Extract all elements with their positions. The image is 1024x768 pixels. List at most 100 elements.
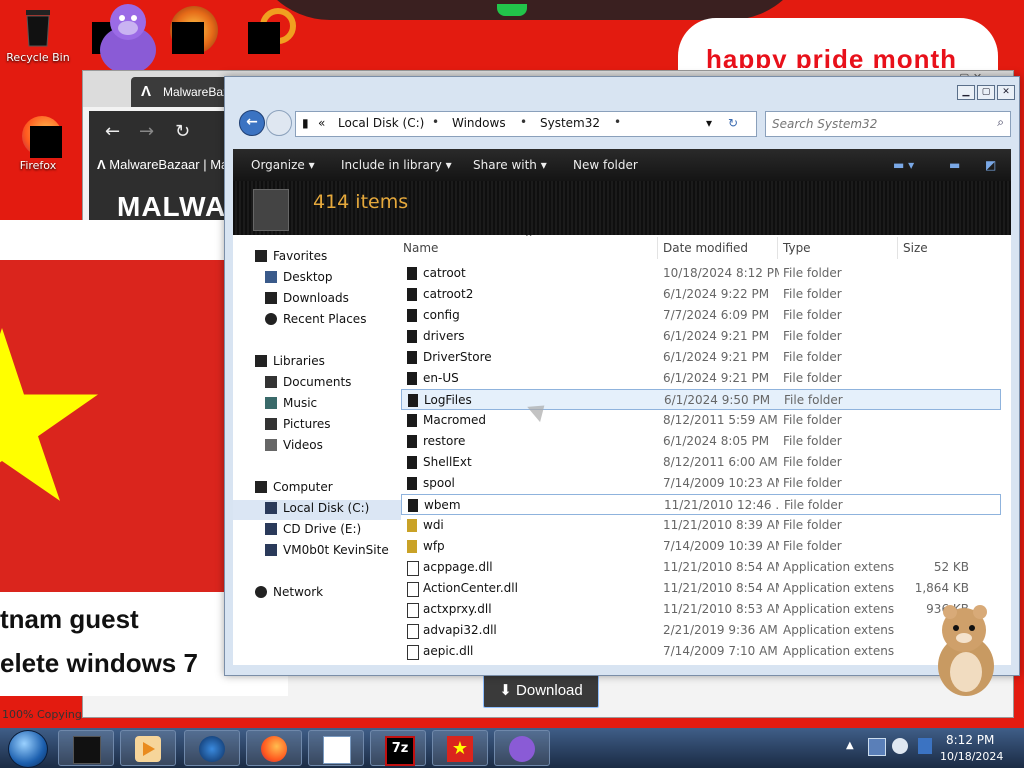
malwarebazaar-logo-icon: Λ (97, 157, 110, 172)
table-row[interactable]: en-US 6/1/2024 9:21 PM File folder (401, 368, 1001, 389)
nav-music[interactable]: Music (265, 396, 317, 410)
nav-cd-drive[interactable]: CD Drive (E:) (265, 522, 361, 536)
breadcrumb-overflow[interactable]: « (318, 116, 325, 130)
breadcrumb-separator[interactable]: • (432, 115, 439, 129)
address-bar[interactable]: ▮ « Local Disk (C:) • Windows • System32… (295, 111, 757, 137)
table-row[interactable]: wfp 7/14/2009 10:39 AM File folder (401, 536, 1001, 557)
table-row[interactable]: catroot2 6/1/2024 9:22 PM File folder (401, 284, 1001, 305)
nav-local-disk[interactable]: Local Disk (C:) (265, 501, 369, 515)
nav-network-label: Network (273, 585, 324, 599)
desktop-icon-firefox[interactable]: Firefox (2, 112, 74, 172)
search-input[interactable] (770, 115, 984, 133)
nav-documents[interactable]: Documents (265, 375, 351, 389)
folder-icon (407, 330, 417, 343)
reload-icon[interactable]: ↻ (175, 121, 190, 142)
new-folder-button[interactable]: New folder (573, 158, 638, 172)
nav-desktop[interactable]: Desktop (265, 270, 333, 284)
desktop-icon-black-2[interactable] (172, 22, 204, 54)
nav-videos[interactable]: Videos (265, 438, 323, 452)
taskbar-bonzi[interactable] (494, 730, 550, 766)
desktop-icon-black-3[interactable] (248, 22, 280, 54)
purple-gorilla-mascot[interactable] (92, 0, 164, 78)
organize-menu[interactable]: Organize ▾ (251, 158, 315, 172)
forward-arrow-icon[interactable]: → (139, 121, 154, 142)
table-row[interactable]: wdi 11/21/2010 8:39 AM File folder (401, 515, 1001, 536)
nav-documents-label: Documents (283, 375, 352, 389)
breadcrumb-separator[interactable]: • (614, 115, 621, 129)
nav-recent-places[interactable]: Recent Places (265, 312, 366, 326)
column-header-size[interactable]: Size (903, 241, 928, 255)
action-center-tray-icon[interactable] (918, 738, 932, 754)
search-box[interactable]: ⌕ (765, 111, 1011, 137)
browser-page-tab-title[interactable]: Λ MalwareBazaar | Ma (97, 157, 228, 172)
breadcrumb-local-disk[interactable]: Local Disk (C:) (338, 116, 424, 130)
table-row[interactable]: LogFiles 6/1/2024 9:50 PM File folder (401, 389, 1001, 410)
tray-expand-icon[interactable]: ▲ (846, 740, 854, 751)
back-button[interactable]: ← (239, 110, 265, 136)
network-tray-icon[interactable] (868, 738, 886, 756)
breadcrumb-windows[interactable]: Windows (452, 116, 506, 130)
cell-type: File folder (783, 539, 842, 553)
table-row[interactable]: drivers 6/1/2024 9:21 PM File folder (401, 326, 1001, 347)
taskbar-firefox[interactable] (246, 730, 302, 766)
column-header-type[interactable]: Type (783, 241, 811, 255)
table-row[interactable]: acppage.dll 11/21/2010 8:54 AM Application… (401, 557, 1001, 578)
minimize-button[interactable]: ▁ (957, 85, 975, 100)
forward-button[interactable] (266, 110, 292, 136)
nav-favorites[interactable]: Favorites (255, 249, 327, 263)
table-row[interactable]: wbem 11/21/2010 12:46 ... File folder (401, 494, 1001, 515)
folder-icon (407, 477, 417, 490)
taskbar-notepad[interactable] (308, 730, 364, 766)
speaker-tray-icon[interactable] (892, 738, 908, 754)
start-button[interactable] (8, 730, 48, 768)
table-row[interactable]: advapi32.dll 2/21/2019 9:36 AM Application… (401, 620, 1001, 641)
taskbar-explorer[interactable] (58, 730, 114, 766)
clock-time[interactable]: 8:12 PM (946, 733, 994, 747)
nav-network[interactable]: Network (255, 585, 323, 599)
share-with-menu[interactable]: Share with ▾ (473, 158, 547, 172)
table-row[interactable]: catroot 10/18/2024 8:12 PM File folder (401, 263, 1001, 284)
refresh-icon[interactable]: ↻ (728, 116, 738, 130)
desktop-icon-recycle-bin[interactable]: Recycle Bin (2, 6, 74, 64)
column-separator[interactable] (897, 237, 898, 259)
close-button[interactable]: ✕ (997, 85, 1015, 100)
column-separator[interactable] (777, 237, 778, 259)
nav-downloads[interactable]: Downloads (265, 291, 349, 305)
column-header-name[interactable]: Name (403, 241, 438, 255)
taskbar-media-player[interactable] (120, 730, 176, 766)
nav-libraries[interactable]: Libraries (255, 354, 325, 368)
download-button[interactable]: ⬇ Download (483, 674, 599, 708)
view-options-icon[interactable]: ▬ ▾ (893, 158, 914, 172)
taskbar-browser[interactable] (184, 730, 240, 766)
table-row[interactable]: config 7/7/2024 6:09 PM File folder (401, 305, 1001, 326)
taskbar-flag-app[interactable]: ★ (432, 730, 488, 766)
nav-pictures[interactable]: Pictures (265, 417, 331, 431)
back-arrow-icon[interactable]: ← (105, 121, 120, 142)
breadcrumb-system32[interactable]: System32 (540, 116, 600, 130)
include-in-library-menu[interactable]: Include in library ▾ (341, 158, 452, 172)
nav-network-drive[interactable]: VM0b0t KevinSite (265, 543, 389, 557)
table-row[interactable]: Macromed 8/12/2011 5:59 AM File folder (401, 410, 1001, 431)
address-dropdown-icon[interactable]: ▾ (706, 116, 712, 130)
nav-computer[interactable]: Computer (255, 480, 333, 494)
folder-icon (407, 540, 417, 553)
breadcrumb-separator[interactable]: • (520, 115, 527, 129)
table-row[interactable]: ActionCenter.dll 11/21/2010 8:54 AM Applic… (401, 578, 1001, 599)
table-row[interactable]: ShellExt 8/12/2011 6:00 AM File folder (401, 452, 1001, 473)
preview-pane-icon[interactable]: ▬ (949, 158, 960, 172)
column-separator[interactable] (657, 237, 658, 259)
column-header-date[interactable]: Date modified (663, 241, 748, 255)
details-header: 414 items (233, 181, 1011, 235)
hard-disk-icon (265, 502, 277, 514)
clock-date[interactable]: 10/18/2024 (940, 750, 1003, 763)
table-row[interactable]: spool 7/14/2009 10:23 AM File folder (401, 473, 1001, 494)
help-icon[interactable]: ◩ (985, 158, 996, 172)
table-row[interactable]: aepic.dll 7/14/2009 7:10 AM Application ex… (401, 641, 1001, 662)
table-row[interactable]: restore 6/1/2024 8:05 PM File folder (401, 431, 1001, 452)
maximize-button[interactable]: ▢ (977, 85, 995, 100)
taskbar-7zip[interactable]: 7z (370, 730, 426, 766)
search-icon[interactable]: ⌕ (997, 115, 1004, 130)
table-row[interactable]: actxprxy.dll 11/21/2010 8:53 AM Applicatio… (401, 599, 1001, 620)
browser-globe-icon (199, 736, 225, 762)
table-row[interactable]: DriverStore 6/1/2024 9:21 PM File folder (401, 347, 1001, 368)
